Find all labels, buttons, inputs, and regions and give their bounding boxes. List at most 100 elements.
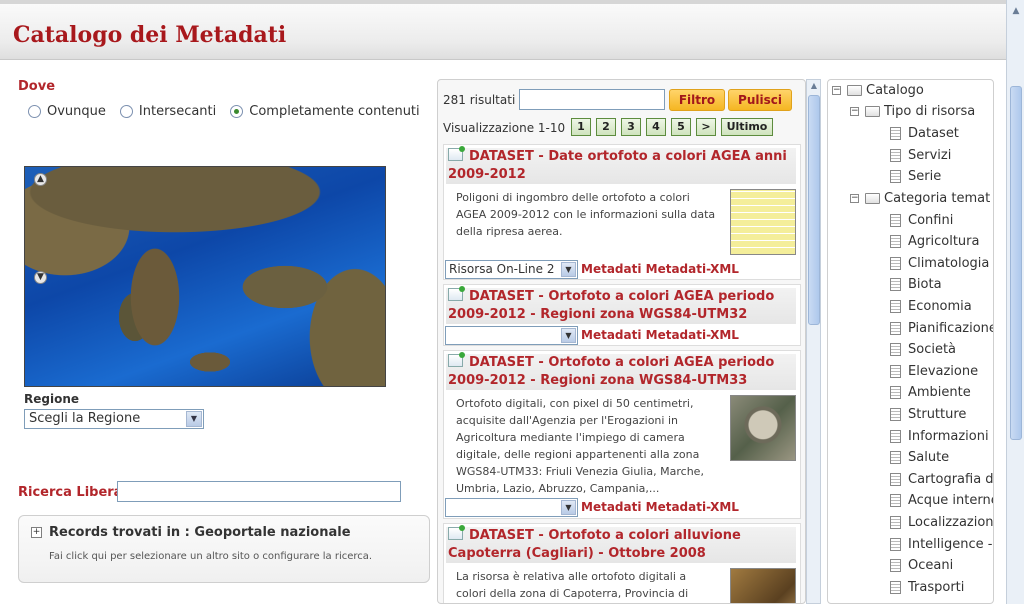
zoom-out-icon[interactable]: ▼ bbox=[34, 271, 47, 284]
expand-icon[interactable]: + bbox=[31, 527, 42, 538]
page-header: Catalogo dei Metadati bbox=[0, 4, 1006, 60]
tree-item[interactable]: Economia bbox=[890, 299, 972, 314]
region-label: Regione bbox=[24, 392, 80, 406]
radio-intersecanti[interactable] bbox=[119, 105, 133, 118]
results-scroll-thumb[interactable] bbox=[808, 95, 820, 325]
page-scrollbar[interactable]: ▲ bbox=[1006, 0, 1024, 604]
filter-button[interactable]: Filtro bbox=[669, 89, 725, 111]
tree-item[interactable]: Ambiente bbox=[890, 385, 971, 400]
tree-item[interactable]: Oceani bbox=[890, 558, 953, 573]
tree-item[interactable]: Servizi bbox=[890, 148, 951, 163]
tree-item[interactable]: Strutture bbox=[890, 407, 966, 422]
clear-button[interactable]: Pulisci bbox=[728, 89, 792, 111]
next-page-button[interactable]: > bbox=[696, 118, 716, 136]
document-icon bbox=[890, 257, 901, 270]
tree-item[interactable]: Pianificazione bbox=[890, 321, 993, 336]
scroll-up-icon[interactable]: ▲ bbox=[1009, 4, 1023, 18]
tree-item[interactable]: Confini bbox=[890, 213, 953, 228]
document-icon bbox=[890, 322, 901, 335]
radio-label-intersecanti: Intersecanti bbox=[138, 104, 217, 119]
radio-label-ovunque: Ovunque bbox=[47, 104, 106, 119]
result-title[interactable]: DATASET - Ortofoto a colori AGEA periodo… bbox=[446, 352, 796, 390]
result-description: Poligoni di ingombro delle ortofoto a co… bbox=[456, 191, 716, 238]
document-icon bbox=[890, 386, 901, 399]
dataset-icon bbox=[448, 286, 465, 301]
free-search-input[interactable] bbox=[117, 481, 401, 502]
dataset-icon bbox=[448, 525, 465, 540]
radio-completamente[interactable] bbox=[230, 105, 244, 118]
resource-select[interactable]: ▼ bbox=[445, 498, 578, 517]
records-box[interactable]: + Records trovati in : Geoportale nazion… bbox=[18, 515, 430, 583]
page-scroll-thumb[interactable] bbox=[1010, 86, 1022, 440]
results-range: Visualizzazione 1-10 bbox=[443, 121, 566, 135]
result-thumbnail[interactable] bbox=[730, 189, 796, 255]
resource-select[interactable]: Risorsa On-Line 2 ▼ bbox=[445, 260, 578, 279]
document-icon bbox=[890, 149, 901, 162]
result-thumbnail[interactable] bbox=[730, 395, 796, 461]
document-icon bbox=[890, 214, 901, 227]
free-search-label: Ricerca Libera bbox=[18, 485, 123, 500]
radio-label-completamente: Completamente contenuti bbox=[249, 104, 420, 119]
result-title[interactable]: DATASET - Ortofoto a colori AGEA periodo… bbox=[446, 286, 796, 324]
map-view[interactable]: ▲ ▼ bbox=[24, 166, 386, 387]
dataset-icon bbox=[448, 352, 465, 367]
scroll-up-icon[interactable]: ▲ bbox=[808, 81, 820, 93]
metadata-links[interactable]: Metadati Metadati-XML bbox=[581, 262, 739, 276]
document-icon bbox=[890, 127, 901, 140]
resource-select[interactable]: ▼ bbox=[445, 326, 578, 345]
tree-group-tipo[interactable]: − Tipo di risorsa bbox=[850, 104, 975, 119]
tree-item[interactable]: Elevazione bbox=[890, 364, 978, 379]
page-3-button[interactable]: 3 bbox=[621, 118, 641, 136]
tree-item[interactable]: Climatologia - bbox=[890, 256, 993, 271]
tree-root[interactable]: − Catalogo bbox=[832, 83, 924, 98]
folder-icon bbox=[865, 193, 880, 204]
result-title[interactable]: DATASET - Ortofoto a colori alluvione Ca… bbox=[446, 525, 796, 563]
tree-item[interactable]: Informazioni bbox=[890, 429, 989, 444]
document-icon bbox=[890, 581, 901, 594]
page-4-button[interactable]: 4 bbox=[646, 118, 666, 136]
tree-item[interactable]: Serie bbox=[890, 169, 941, 184]
results-panel: 281 risultati Filtro Pulisci Visualizzaz… bbox=[437, 79, 806, 604]
tree-item[interactable]: Localizzazion bbox=[890, 515, 993, 530]
records-hint[interactable]: Fai click qui per selezionare un altro s… bbox=[49, 551, 372, 562]
metadata-links[interactable]: Metadati Metadati-XML bbox=[581, 500, 739, 514]
filter-input[interactable] bbox=[519, 89, 665, 110]
tree-item[interactable]: Agricoltura bbox=[890, 234, 979, 249]
radio-ovunque[interactable] bbox=[28, 105, 41, 118]
catalog-tree: − Catalogo − Tipo di risorsa Dataset Servi… bbox=[827, 79, 994, 604]
collapse-icon[interactable]: − bbox=[850, 194, 859, 203]
tree-item[interactable]: Acque interne bbox=[890, 493, 993, 508]
document-icon bbox=[890, 559, 901, 572]
chevron-down-icon: ▼ bbox=[561, 500, 576, 515]
collapse-icon[interactable]: − bbox=[850, 107, 859, 116]
results-scrollbar[interactable]: ▲ bbox=[806, 79, 821, 604]
result-title[interactable]: DATASET - Date ortofoto a colori AGEA an… bbox=[446, 146, 796, 184]
document-icon bbox=[890, 365, 901, 378]
page-5-button[interactable]: 5 bbox=[671, 118, 691, 136]
tree-item[interactable]: Salute bbox=[890, 450, 949, 465]
document-icon bbox=[890, 430, 901, 443]
page-1-button[interactable]: 1 bbox=[571, 118, 591, 136]
document-icon bbox=[890, 451, 901, 464]
tree-item[interactable]: Intelligence - bbox=[890, 537, 992, 552]
search-panel: Dove Ovunque Intersecanti Completamente … bbox=[0, 62, 432, 604]
tree-item[interactable]: Società bbox=[890, 342, 956, 357]
document-icon bbox=[890, 408, 901, 421]
where-label: Dove bbox=[18, 79, 56, 94]
zoom-in-icon[interactable]: ▲ bbox=[34, 173, 47, 186]
results-count: 281 risultati bbox=[443, 93, 516, 107]
result-description: Ortofoto digitali, con pixel di 50 centi… bbox=[456, 397, 704, 495]
records-title: Records trovati in : Geoportale nazional… bbox=[49, 525, 351, 540]
tree-item[interactable]: Dataset bbox=[890, 126, 959, 141]
tree-item[interactable]: Biota bbox=[890, 277, 942, 292]
last-page-button[interactable]: Ultimo bbox=[721, 118, 773, 136]
tree-item[interactable]: Cartografia d bbox=[890, 472, 993, 487]
result-thumbnail[interactable] bbox=[730, 568, 796, 603]
region-select[interactable]: Scegli la Regione ▼ bbox=[24, 409, 204, 429]
tree-item[interactable]: Trasporti bbox=[890, 580, 964, 595]
metadata-links[interactable]: Metadati Metadati-XML bbox=[581, 328, 739, 342]
tree-group-categoria[interactable]: − Categoria temat bbox=[850, 191, 990, 206]
collapse-icon[interactable]: − bbox=[832, 86, 841, 95]
page-2-button[interactable]: 2 bbox=[596, 118, 616, 136]
result-item: DATASET - Ortofoto a colori alluvione Ca… bbox=[443, 523, 801, 603]
